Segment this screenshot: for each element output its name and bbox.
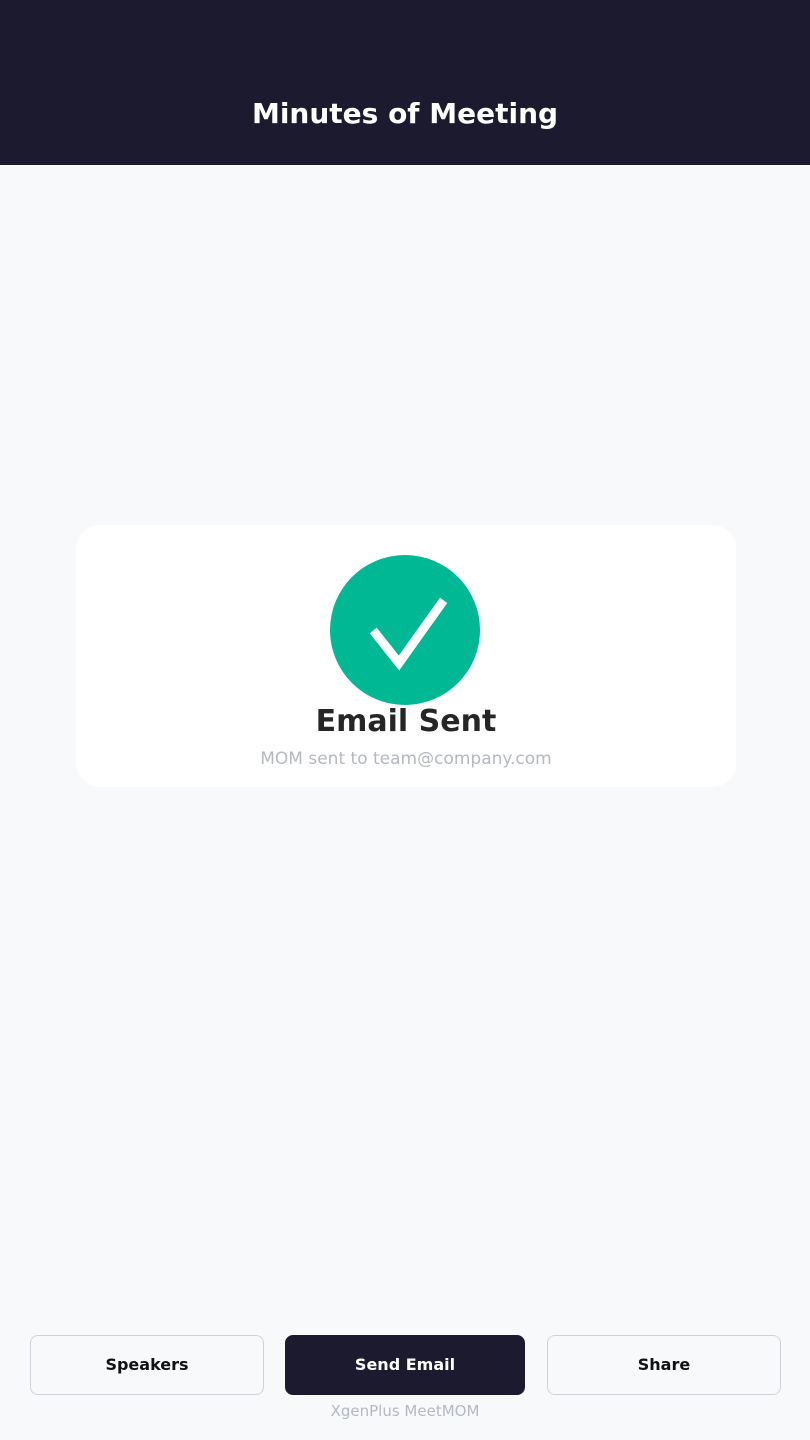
page-title: Minutes of Meeting: [251, 97, 559, 130]
speakers-button[interactable]: Speakers: [30, 1335, 264, 1395]
send-email-button[interactable]: Send Email: [285, 1335, 525, 1395]
email-sent-card: Email Sent MOM sent to team@company.com: [76, 525, 736, 787]
footer-brand: XgenPlus MeetMOM: [330, 1402, 480, 1420]
checkmark-icon: [369, 597, 448, 671]
app-header: Minutes of Meeting: [0, 0, 810, 165]
status-subtitle: MOM sent to team@company.com: [260, 749, 552, 769]
check-circle-icon: [330, 555, 480, 705]
status-title: Email Sent: [315, 704, 497, 739]
share-button[interactable]: Share: [547, 1335, 781, 1395]
